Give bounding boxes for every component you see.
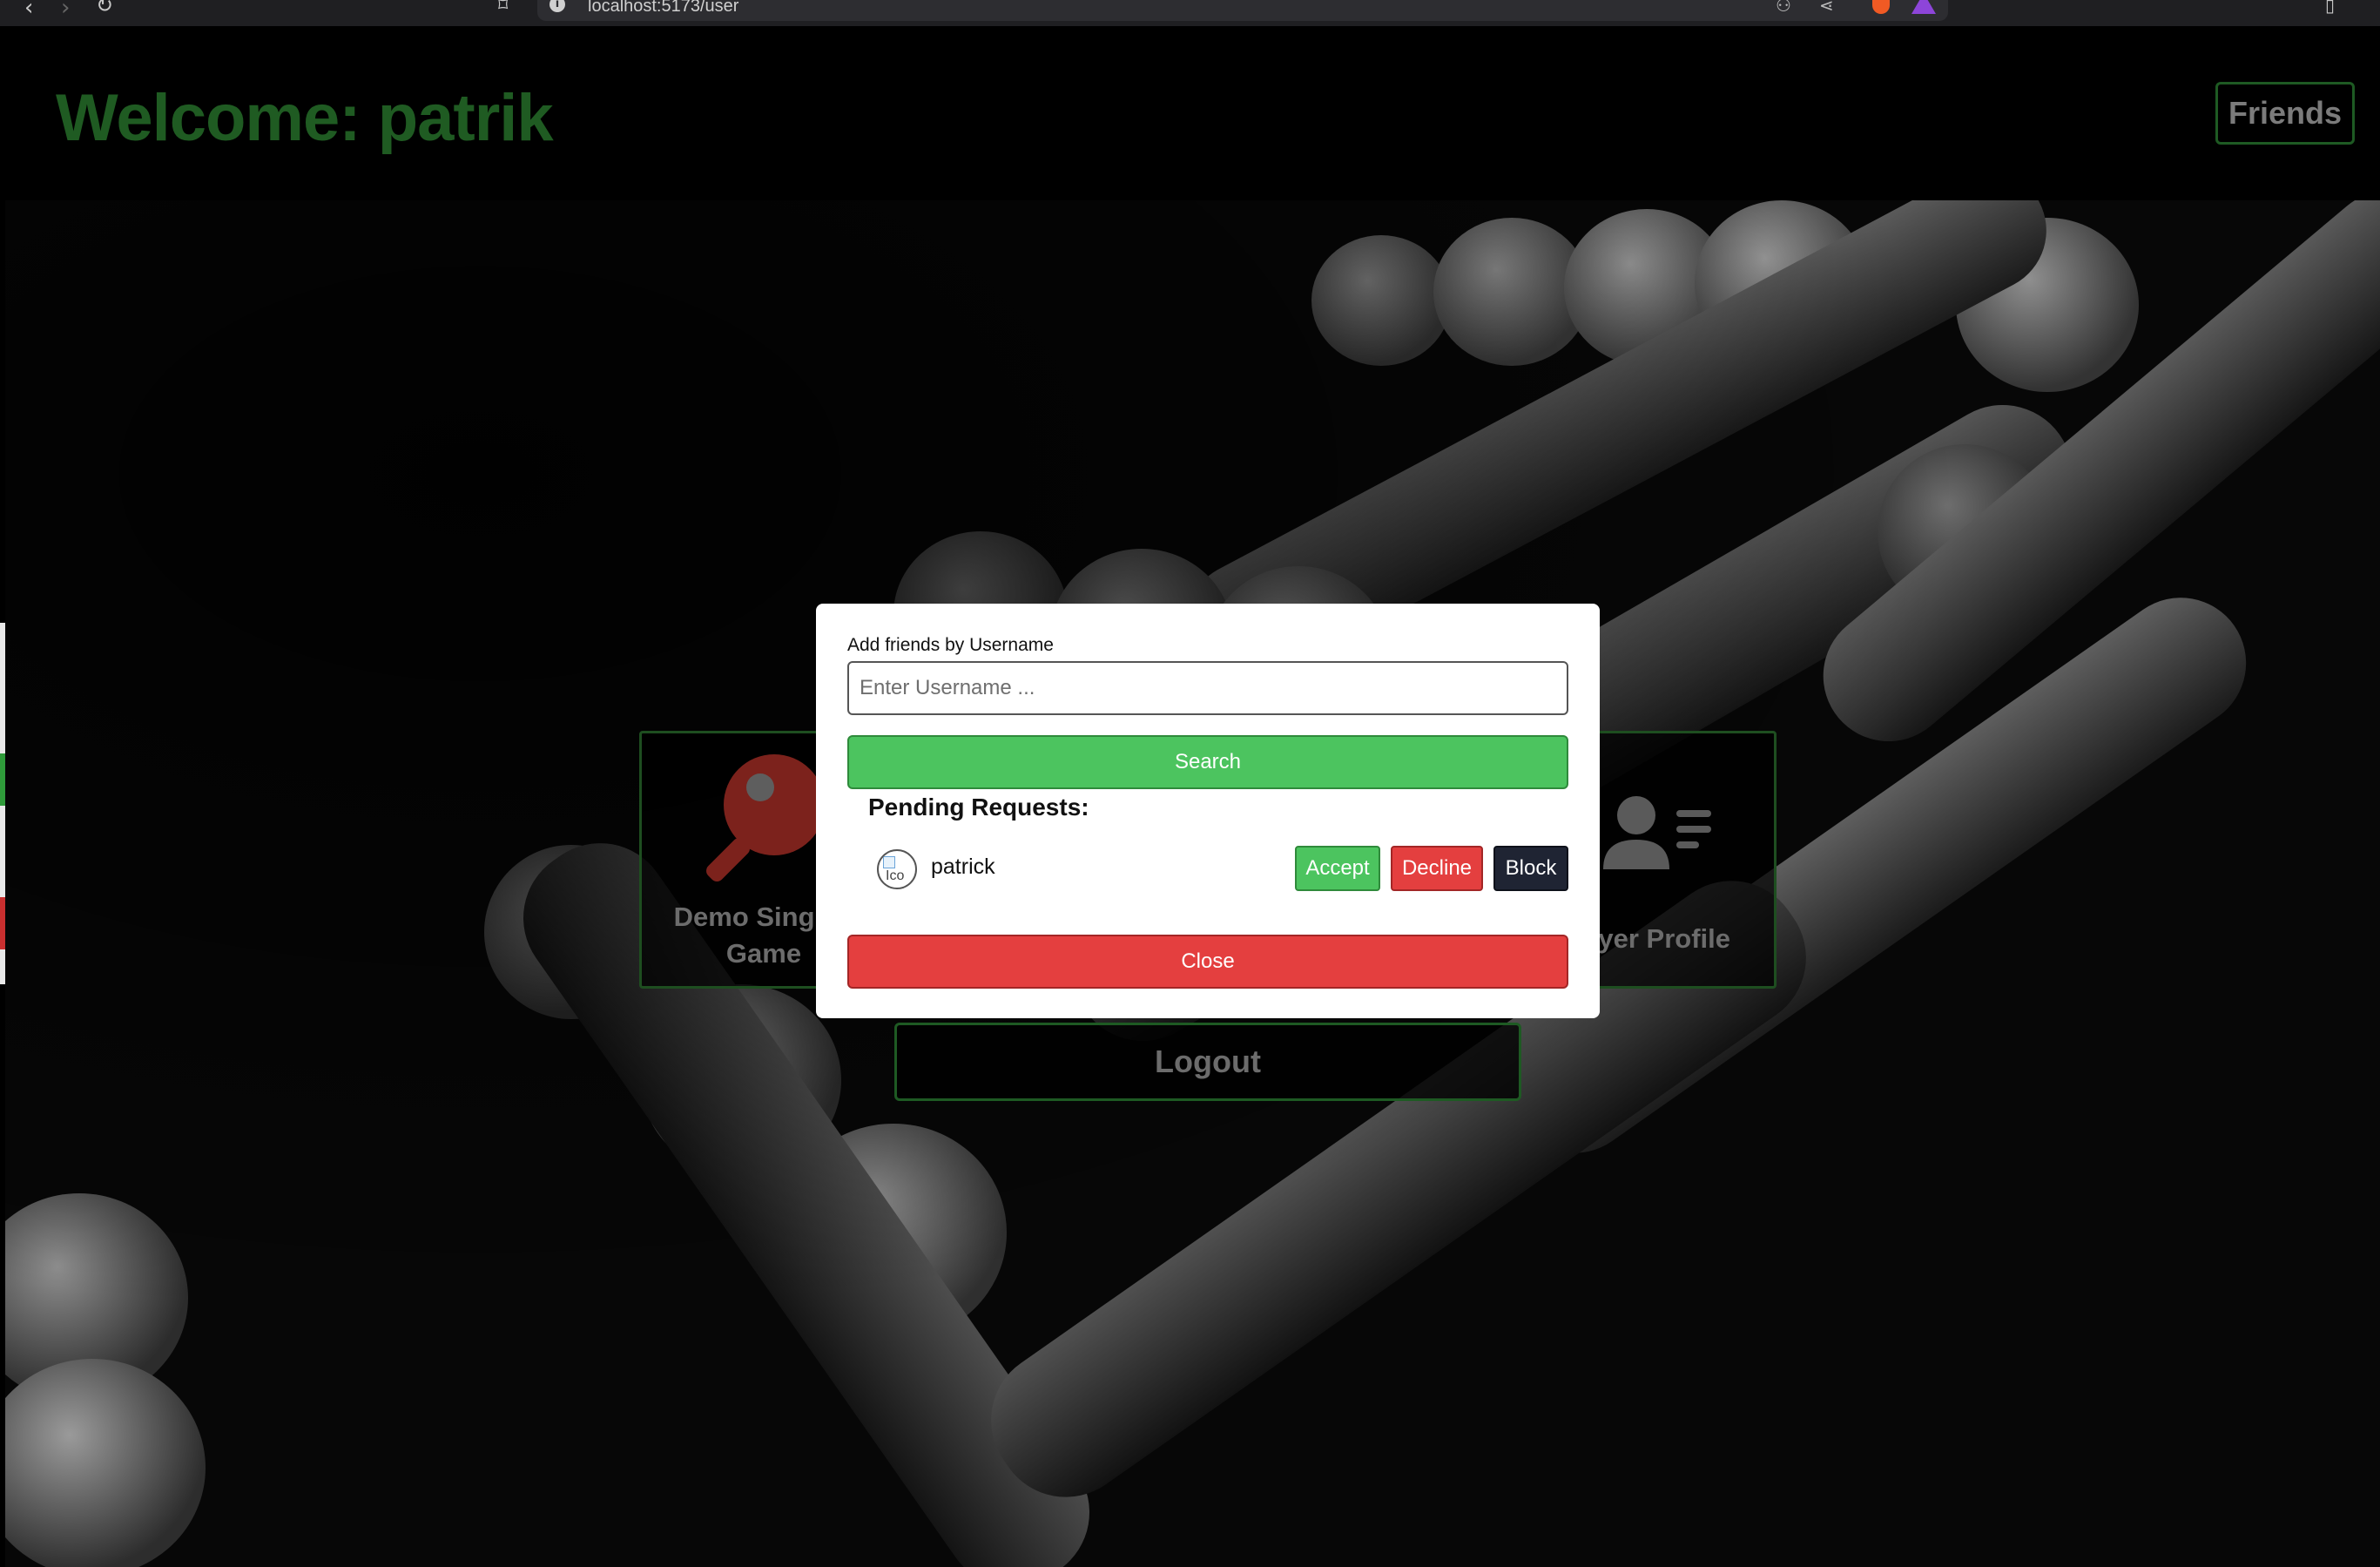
rewards-icon[interactable]: [1911, 0, 1936, 14]
back-icon[interactable]: ‹: [24, 0, 33, 21]
app-header: Welcome: patrik Friends: [0, 26, 2380, 200]
decline-button[interactable]: Decline: [1391, 846, 1483, 891]
sidebar-icon[interactable]: ▯: [2325, 0, 2335, 16]
site-info-icon[interactable]: i: [549, 0, 565, 12]
edge-strip: [0, 949, 5, 984]
edge-strip: [0, 806, 5, 897]
share-icon[interactable]: ⋖: [1819, 0, 1834, 16]
browser-toolbar: ‹ › ↻ ⌑ i localhost:5173/user ⚇ ⋖ ▯: [0, 0, 2380, 26]
edge-strip: [0, 623, 5, 753]
username-input[interactable]: [847, 661, 1568, 715]
close-button[interactable]: Close: [847, 935, 1568, 989]
ping-pong-paddle-icon: [706, 754, 825, 881]
broken-image-icon: [883, 856, 895, 868]
forward-icon[interactable]: ›: [61, 0, 70, 21]
logout-button[interactable]: Logout: [894, 1023, 1521, 1101]
page-title: Welcome: patrik: [56, 81, 554, 155]
bookmark-icon[interactable]: ⌑: [498, 0, 508, 17]
add-friends-modal: Add friends by Username Search Pending R…: [816, 604, 1600, 1018]
pending-requests-title: Pending Requests:: [868, 794, 1089, 821]
avatar: Ico: [877, 849, 917, 889]
reload-icon[interactable]: ↻: [96, 0, 113, 17]
address-bar[interactable]: i localhost:5173/user ⚇ ⋖: [537, 0, 1948, 21]
avatar-alt-text: Ico: [886, 868, 905, 883]
user-list-icon: [1603, 796, 1711, 869]
search-button[interactable]: Search: [847, 735, 1568, 789]
accept-button[interactable]: Accept: [1295, 846, 1380, 891]
edge-strip: [0, 753, 5, 806]
friends-button[interactable]: Friends: [2215, 82, 2355, 145]
edge-strip: [0, 897, 5, 949]
url-text: localhost:5173/user: [588, 0, 739, 16]
pending-request-row: Ico patrick Accept Decline Block: [877, 846, 1568, 896]
block-button[interactable]: Block: [1493, 846, 1568, 891]
incognito-icon[interactable]: ⚇: [1776, 0, 1791, 16]
request-username: patrick: [931, 854, 995, 879]
add-friends-label: Add friends by Username: [847, 635, 1054, 655]
